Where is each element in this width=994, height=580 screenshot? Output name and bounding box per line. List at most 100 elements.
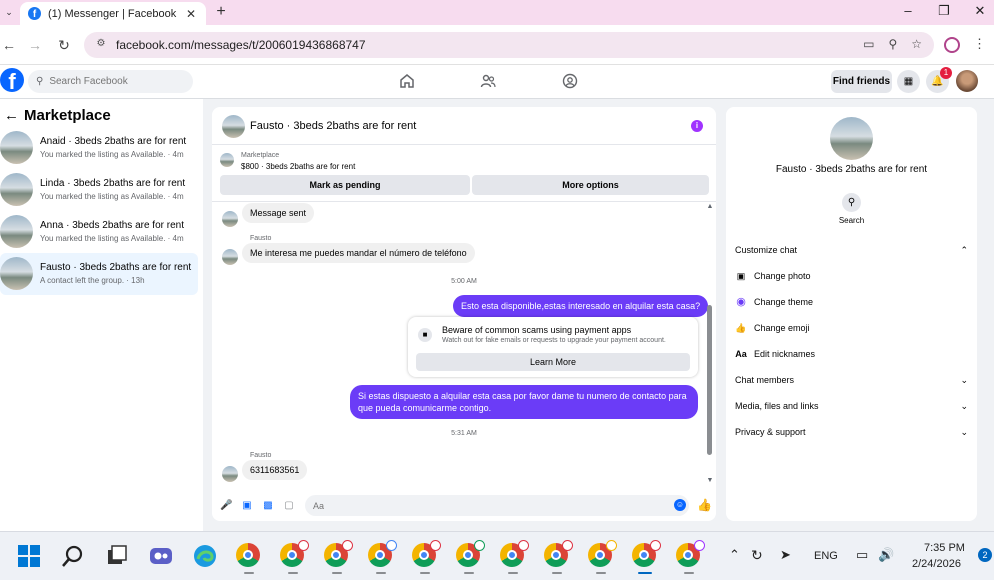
notification-badge: 1	[940, 67, 952, 79]
customize-chat-section[interactable]: Customize chat ⌃	[735, 241, 968, 259]
sender-avatar	[222, 211, 238, 227]
mark-as-pending-button[interactable]: Mark as pending	[220, 175, 470, 195]
scroll-thumb[interactable]	[707, 305, 712, 455]
reload-icon[interactable]: ↻	[55, 37, 73, 54]
scroll-down-icon[interactable]: ▼	[706, 477, 714, 484]
chrome-profile-icon[interactable]	[324, 540, 353, 574]
facebook-search[interactable]: ⚲	[28, 70, 193, 93]
change-emoji-label: Change emoji	[754, 323, 810, 333]
chrome-profile-icon[interactable]	[544, 540, 573, 574]
listing-thumbnail[interactable]	[220, 153, 234, 167]
conversation-item-fausto[interactable]: Fausto · 3beds 2baths are for rent A con…	[0, 253, 198, 295]
conversation-item-anna[interactable]: Anna · 3beds 2baths are for rent You mar…	[0, 211, 198, 253]
facebook-logo-icon[interactable]: f	[0, 68, 24, 92]
chrome-icon[interactable]	[236, 543, 262, 574]
back-icon[interactable]: ←	[0, 37, 18, 53]
message-list: Message sent Fausto Me interesa me puede…	[212, 203, 716, 483]
language-indicator[interactable]: ENG	[814, 550, 838, 562]
change-theme-item[interactable]: ◉ Change theme	[735, 294, 813, 310]
address-bar[interactable]: ⚙ facebook.com/messages/t/20060194368687…	[84, 32, 934, 58]
groups-icon[interactable]	[562, 73, 578, 89]
running-indicator	[508, 572, 518, 574]
scam-warning-subtitle: Watch out for fake emails or requests to…	[442, 337, 666, 344]
microphone-icon[interactable]: 🎤	[220, 500, 232, 512]
chat-avatar[interactable]	[222, 115, 245, 138]
tab-search-chevron-icon[interactable]: ⌄	[2, 5, 16, 19]
privacy-support-section[interactable]: Privacy & support ⌄	[735, 423, 968, 441]
photo-icon[interactable]: ▣	[241, 500, 253, 512]
chat-title[interactable]: Fausto · 3beds 2baths are for rent	[250, 120, 416, 132]
info-icon[interactable]: i	[691, 120, 703, 132]
chrome-profile-icon[interactable]	[412, 540, 441, 574]
browser-profile-icon[interactable]	[944, 37, 960, 53]
emoji-icon[interactable]: ☺	[674, 499, 686, 511]
scroll-up-icon[interactable]: ▲	[706, 203, 714, 210]
windows-start-icon[interactable]	[16, 543, 42, 569]
media-files-links-label: Media, files and links	[735, 401, 819, 411]
chrome-profile-icon[interactable]	[500, 540, 529, 574]
find-friends-button[interactable]: Find friends	[831, 70, 892, 93]
message-timestamp: 5:31 AM	[451, 430, 477, 437]
more-options-button[interactable]: More options	[472, 175, 709, 195]
like-thumb-icon[interactable]: 👍	[697, 498, 712, 512]
sender-avatar	[222, 249, 238, 265]
close-tab-icon[interactable]: ✕	[184, 7, 198, 21]
friends-icon[interactable]	[480, 73, 496, 89]
profile-badge-icon	[650, 540, 661, 551]
sync-icon[interactable]: ↻	[751, 547, 763, 564]
chrome-profile-icon[interactable]	[676, 540, 705, 574]
edit-nicknames-item[interactable]: Aa Edit nicknames	[735, 346, 815, 362]
conversation-item-linda[interactable]: Linda · 3beds 2baths are for rent You ma…	[0, 169, 198, 211]
display-icon[interactable]: ▭	[856, 547, 868, 563]
task-view-icon[interactable]	[104, 543, 130, 569]
chrome-profile-icon[interactable]	[456, 540, 485, 574]
browser-tab-messenger[interactable]: f (1) Messenger | Facebook ✕	[20, 2, 206, 25]
meet-video-icon[interactable]	[148, 543, 174, 569]
new-tab-icon[interactable]: +	[212, 3, 230, 21]
clock-date[interactable]: 2/24/2026	[912, 558, 961, 570]
conversation-item-anaid[interactable]: Anaid · 3beds 2baths are for rent You ma…	[0, 127, 198, 169]
account-avatar[interactable]	[956, 70, 978, 92]
message-scrollbar[interactable]: ▲ ▼	[706, 203, 714, 485]
chrome-profile-icon[interactable]	[368, 540, 397, 574]
listing-thumbnail	[0, 215, 33, 248]
back-arrow-icon[interactable]: ←	[4, 107, 19, 124]
change-photo-item[interactable]: ▣ Change photo	[735, 268, 811, 284]
url-text[interactable]: facebook.com/messages/t/2006019436868747	[116, 38, 366, 52]
chat-members-section[interactable]: Chat members ⌄	[735, 371, 968, 389]
edge-browser-icon[interactable]	[192, 543, 218, 569]
listing-price[interactable]: $800 · 3beds 2baths are for rent	[241, 162, 355, 171]
learn-more-button[interactable]: Learn More	[416, 353, 690, 371]
chrome-active-icon[interactable]	[632, 540, 661, 574]
volume-icon[interactable]: 🔊	[878, 547, 894, 563]
notification-center-badge[interactable]: 2	[978, 548, 992, 562]
sender-name: Fausto	[250, 235, 272, 242]
tray-chevron-up-icon[interactable]: ⌃	[729, 547, 740, 563]
site-info-icon[interactable]: ⚙	[94, 38, 108, 52]
sticker-icon[interactable]: ▩	[262, 500, 274, 512]
message-input[interactable]	[305, 495, 689, 516]
chrome-profile-icon[interactable]	[588, 540, 617, 574]
facebook-search-input[interactable]	[49, 76, 180, 87]
browser-menu-icon[interactable]: ⋮	[973, 36, 986, 52]
clock-time[interactable]: 7:35 PM	[924, 542, 965, 554]
chevron-up-icon: ⌃	[960, 244, 968, 255]
minimize-icon[interactable]: –	[896, 3, 920, 18]
install-app-icon[interactable]: ▭	[863, 37, 874, 51]
bookmark-star-icon[interactable]: ☆	[911, 37, 922, 51]
close-window-icon[interactable]: ✕	[968, 3, 992, 19]
restore-icon[interactable]: ❐	[932, 3, 956, 19]
media-files-links-section[interactable]: Media, files and links ⌄	[735, 397, 968, 415]
chrome-profile-icon[interactable]	[280, 540, 309, 574]
search-icon[interactable]	[60, 543, 86, 569]
zoom-icon[interactable]: ⚲	[888, 37, 897, 51]
running-indicator	[464, 572, 474, 574]
home-icon[interactable]	[399, 73, 415, 89]
change-emoji-item[interactable]: 👍 Change emoji	[735, 320, 810, 336]
search-in-chat-icon[interactable]: ⚲	[842, 193, 861, 212]
forward-icon[interactable]: →	[26, 37, 44, 53]
menu-grid-icon[interactable]: ▦	[897, 70, 920, 93]
chat-panel: Fausto · 3beds 2baths are for rent i Mar…	[212, 107, 716, 521]
gif-icon[interactable]: ▢	[283, 500, 295, 512]
location-icon[interactable]: ➤	[780, 547, 791, 563]
